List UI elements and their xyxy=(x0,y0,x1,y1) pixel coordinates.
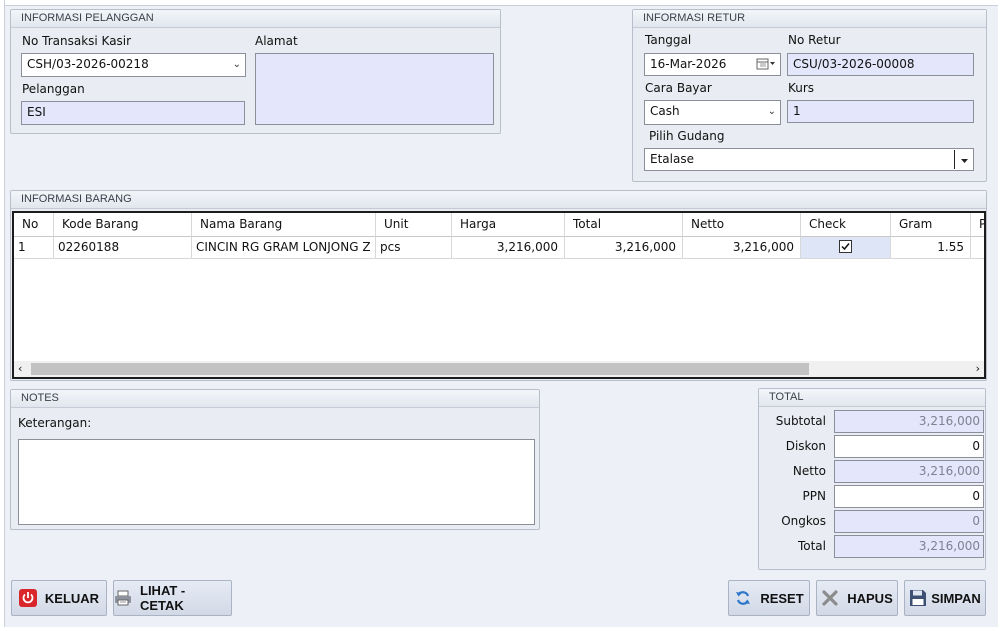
reset-label: RESET xyxy=(760,590,804,606)
column-header-unit[interactable]: Unit xyxy=(376,213,452,237)
window-right-edge xyxy=(998,0,1002,631)
group-title: INFORMASI PELANGGAN xyxy=(11,10,500,28)
column-header-gram[interactable]: Gram xyxy=(891,213,971,237)
alamat-field[interactable] xyxy=(255,53,494,125)
ppn-field[interactable]: 0 xyxy=(834,485,984,508)
no-retur-field[interactable]: CSU/03-2026-00008 xyxy=(787,53,974,76)
subtotal-field: 3,216,000 xyxy=(834,410,984,433)
cara-bayar-label: Cara Bayar xyxy=(645,81,712,95)
scrollbar-thumb[interactable] xyxy=(31,363,809,375)
kurs-label: Kurs xyxy=(788,81,815,95)
total-label: Total xyxy=(797,539,826,553)
grid-inner: No Kode Barang Nama Barang Unit Harga Total Ne… xyxy=(14,213,984,363)
keterangan-textarea[interactable] xyxy=(18,439,535,525)
window-bottom-edge xyxy=(0,627,1002,631)
ongkos-label: Ongkos xyxy=(781,514,826,528)
keluar-button[interactable]: KELUAR xyxy=(11,580,107,616)
netto-label: Netto xyxy=(792,464,826,478)
chevron-down-icon[interactable]: ⌄ xyxy=(768,106,776,117)
cell-netto[interactable]: 3,216,000 xyxy=(683,237,801,259)
netto-field: 3,216,000 xyxy=(834,460,984,483)
pilih-gudang-combo[interactable]: Etalase xyxy=(644,148,974,171)
cell-overflow[interactable] xyxy=(971,237,984,259)
lihat-cetak-button[interactable]: LIHAT - CETAK xyxy=(113,580,232,616)
items-grid[interactable]: No Kode Barang Nama Barang Unit Harga Total Ne… xyxy=(12,211,986,379)
column-header-p[interactable]: P xyxy=(971,213,984,237)
no-transaksi-combo[interactable]: CSH/03-2026-00218 ⌄ xyxy=(21,53,246,77)
diskon-label: Diskon xyxy=(785,439,826,453)
simpan-label: SIMPAN xyxy=(931,590,981,606)
no-transaksi-label: No Transaksi Kasir xyxy=(22,34,132,48)
scroll-left-icon[interactable]: ‹ xyxy=(18,362,22,375)
column-header-kode-barang[interactable]: Kode Barang xyxy=(54,213,192,237)
total-field: 3,216,000 xyxy=(834,535,984,558)
cell-kode[interactable]: 02260188 xyxy=(54,237,192,259)
cell-no[interactable]: 1 xyxy=(14,237,54,259)
calendar-icon[interactable] xyxy=(756,57,776,71)
diskon-field[interactable]: 0 xyxy=(834,435,984,458)
keterangan-label: Keterangan: xyxy=(18,416,92,430)
cell-nama[interactable]: CINCIN RG GRAM LONJONG Z xyxy=(192,237,376,259)
window-left-border xyxy=(4,0,5,631)
pelanggan-label: Pelanggan xyxy=(22,82,85,96)
tanggal-value: 16-Mar-2026 xyxy=(650,57,727,71)
ongkos-field: 0 xyxy=(834,510,984,533)
triangle-down-icon[interactable] xyxy=(960,154,969,168)
tanggal-label: Tanggal xyxy=(645,33,692,47)
group-title: NOTES xyxy=(11,390,539,408)
column-header-total[interactable]: Total xyxy=(565,213,683,237)
subtotal-label: Subtotal xyxy=(775,414,826,428)
dropdown-divider xyxy=(954,150,955,169)
pilih-gudang-label: Pilih Gudang xyxy=(649,129,725,143)
group-title: INFORMASI BARANG xyxy=(11,191,986,209)
kurs-field[interactable]: 1 xyxy=(787,100,974,123)
hapus-button[interactable]: HAPUS xyxy=(816,580,898,616)
column-header-netto[interactable]: Netto xyxy=(683,213,801,237)
cell-harga[interactable]: 3,216,000 xyxy=(452,237,565,259)
window-top-border xyxy=(0,5,1002,6)
group-title: TOTAL xyxy=(759,389,985,407)
cell-gram[interactable]: 1.55 xyxy=(891,237,971,259)
no-transaksi-value: CSH/03-2026-00218 xyxy=(27,57,149,71)
checkbox-checked-icon[interactable] xyxy=(839,240,852,256)
cara-bayar-combo[interactable]: Cash ⌄ xyxy=(644,100,781,125)
scroll-right-icon[interactable]: › xyxy=(976,362,980,375)
cell-total[interactable]: 3,216,000 xyxy=(565,237,683,259)
ppn-label: PPN xyxy=(802,489,826,503)
tanggal-datepicker[interactable]: 16-Mar-2026 xyxy=(644,53,781,76)
power-icon xyxy=(18,589,37,607)
cell-check[interactable] xyxy=(801,237,891,259)
pilih-gudang-value: Etalase xyxy=(650,152,694,166)
printer-icon xyxy=(114,589,132,607)
no-retur-label: No Retur xyxy=(788,33,841,47)
column-header-no[interactable]: No xyxy=(14,213,54,237)
reset-button[interactable]: RESET xyxy=(728,580,810,616)
alamat-label: Alamat xyxy=(255,34,298,48)
pelanggan-field[interactable]: ESI xyxy=(21,101,245,125)
cell-unit[interactable]: pcs xyxy=(376,237,452,259)
cara-bayar-value: Cash xyxy=(650,104,680,118)
group-title: INFORMASI RETUR xyxy=(633,10,986,28)
keluar-label: KELUAR xyxy=(44,590,100,606)
hapus-label: HAPUS xyxy=(847,590,893,606)
floppy-disk-icon xyxy=(909,589,927,607)
refresh-icon xyxy=(734,589,752,607)
lihat-cetak-label: LIHAT - CETAK xyxy=(140,583,186,613)
chevron-down-icon[interactable]: ⌄ xyxy=(233,59,241,70)
column-header-harga[interactable]: Harga xyxy=(452,213,565,237)
column-header-nama-barang[interactable]: Nama Barang xyxy=(192,213,376,237)
column-header-check[interactable]: Check xyxy=(801,213,891,237)
simpan-button[interactable]: SIMPAN xyxy=(904,580,986,616)
close-x-icon xyxy=(821,589,839,607)
horizontal-scrollbar[interactable]: ‹ › xyxy=(14,361,984,377)
